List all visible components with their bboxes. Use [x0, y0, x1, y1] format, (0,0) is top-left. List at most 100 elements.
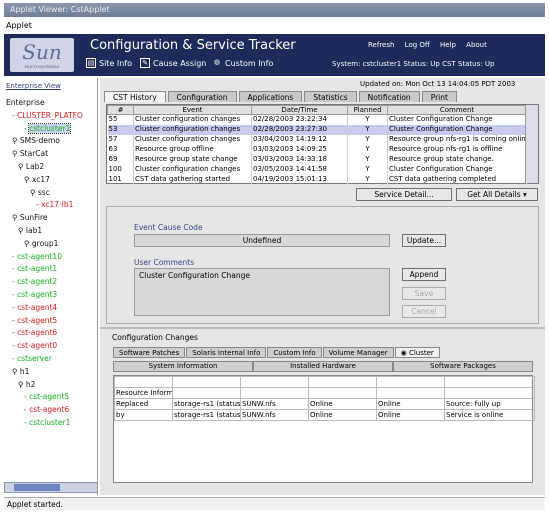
get-all-details-button[interactable]: Get All Details ▾ — [456, 188, 538, 201]
tree-node[interactable]: - xc17-lb1 — [36, 200, 73, 209]
history-cell-time: 04/19/2003 15:01:13 — [251, 174, 348, 185]
cause-assign-button[interactable]: ✎ Cause Assign — [140, 58, 206, 68]
custom-info-button[interactable]: ◍ Custom Info — [212, 58, 273, 68]
tab-cst-history[interactable]: CST History — [104, 91, 166, 102]
enterprise-view-link[interactable]: Enterprise View — [6, 82, 61, 90]
col-header-comment[interactable]: Comment — [387, 105, 527, 115]
subtab-system-information[interactable]: System Information — [113, 361, 253, 372]
logoff-link[interactable]: Log Off — [405, 41, 430, 49]
tab-cluster-label: Cluster — [408, 349, 434, 357]
logo-text: Sun — [22, 40, 62, 64]
tree-node[interactable]: - cst-agent6 — [24, 405, 69, 414]
history-cell-planned: Y — [347, 114, 388, 125]
tree-node[interactable]: - cst-agent5 — [24, 392, 69, 401]
about-link[interactable]: About — [466, 41, 487, 49]
config-cell: Online — [376, 409, 445, 421]
history-row[interactable]: 53 Cluster configuration changes 02/28/200… — [107, 124, 527, 135]
history-cell-time: 03/05/2003 14:41:58 — [251, 164, 348, 175]
tree-node-icon: ⚲ — [18, 379, 26, 389]
tab-configuration[interactable]: Configuration — [167, 91, 237, 102]
tree-node[interactable]: ⚲ StarCat — [12, 149, 48, 158]
tree-node[interactable]: ⚲ h2 — [18, 380, 35, 389]
tree-node-label: cstcluster1 — [29, 418, 71, 427]
tab-volume-manager[interactable]: Volume Manager — [322, 347, 394, 358]
tree-node[interactable]: ⚲ h1 — [12, 367, 29, 376]
tab-cluster[interactable]: ◉ Cluster — [394, 347, 440, 358]
tree-node[interactable]: - cstserver — [12, 354, 52, 363]
tree-node[interactable]: ⚲ Lab2 — [18, 162, 44, 171]
tree-node[interactable]: - cstcluster1 — [24, 418, 70, 427]
config-row[interactable]: by storage-rs1 (status SUNW.nfs Online Onlin… — [114, 409, 535, 421]
update-cause-button[interactable]: Update... — [402, 234, 446, 247]
tree-node[interactable]: - cst-agent3 — [12, 290, 57, 299]
history-cell-n: 55 — [107, 114, 134, 125]
splitter[interactable] — [100, 327, 545, 329]
tree-node-label: cst-agent6 — [29, 405, 70, 415]
history-cell-comment: Cluster Configuration Change — [387, 114, 527, 125]
tree-node[interactable]: ⚲ SunFire — [12, 213, 48, 222]
tree-scroll-thumb[interactable] — [14, 484, 60, 491]
history-cell-comment: Resource group state change. — [387, 154, 527, 165]
tree-node[interactable]: - cst-agent6 — [12, 328, 57, 337]
tree-node[interactable]: ⚲ group1 — [24, 239, 58, 248]
tree-node-label: xc17-lb1 — [41, 200, 74, 210]
history-row[interactable]: 55 Cluster configuration changes 02/28/200… — [107, 114, 527, 125]
config-cell: Source: fully up — [444, 398, 535, 410]
history-row[interactable]: 57 Cluster configuration changes 03/04/200… — [107, 134, 527, 145]
subtab-installed-hardware[interactable]: Installed Hardware — [253, 361, 393, 372]
history-row[interactable]: 100 Cluster configuration changes 03/05/20… — [107, 164, 527, 175]
col-header-event[interactable]: Event — [133, 105, 252, 115]
tab-solaris-internal-info[interactable]: Solaris Internal Info — [186, 347, 267, 358]
tree-node[interactable]: ⚲ xc17 — [24, 175, 50, 184]
config-cell: Online — [308, 398, 377, 410]
help-link[interactable]: Help — [440, 41, 456, 49]
tab-statistics[interactable]: Statistics — [304, 91, 357, 102]
history-vertical-scrollbar[interactable] — [525, 105, 538, 183]
user-comments-textarea[interactable]: Cluster Configuration Change — [134, 268, 390, 316]
cancel-button[interactable]: Cancel — [402, 305, 446, 318]
history-cell-time: 03/04/2003 14:19:12 — [251, 134, 348, 145]
tree-node-label: ssc — [37, 187, 50, 197]
tab-print[interactable]: Print — [421, 91, 457, 102]
tab-custom-info[interactable]: Custom Info — [267, 347, 322, 358]
save-button[interactable]: Save — [402, 287, 446, 300]
tab-applications[interactable]: Applications — [238, 91, 303, 102]
subtab-software-packages[interactable]: Software Packages — [393, 361, 533, 372]
col-header-planned[interactable]: Planned — [347, 105, 388, 115]
tree-node[interactable]: - cst-agent1 — [12, 264, 57, 273]
tree-node[interactable]: - cst-agent10 — [12, 252, 62, 261]
tree-node[interactable]: Enterprise — [6, 98, 45, 107]
tree-node[interactable]: - cst-agent0 — [12, 341, 57, 350]
col-header-number[interactable]: # — [107, 105, 134, 115]
history-row[interactable]: 63 Resource group offline 03/03/2003 14:09… — [107, 144, 527, 155]
history-row[interactable]: 69 Resource group state change 03/03/2003 … — [107, 154, 527, 165]
config-row[interactable]: Resource Information — [114, 387, 535, 399]
tree-node-label: cst-agent4 — [17, 302, 58, 312]
tree-node-icon: ⚲ — [24, 174, 32, 184]
append-button[interactable]: Append — [402, 268, 446, 281]
col-header-datetime[interactable]: Date/Time — [251, 105, 348, 115]
refresh-link[interactable]: Refresh — [368, 41, 394, 49]
tree-node[interactable]: ⚲ lab1 — [18, 226, 42, 235]
applet-menu-label[interactable]: Applet — [6, 21, 32, 30]
tab-notification[interactable]: Notification — [358, 91, 420, 102]
config-cell: storage-rs1 (status — [172, 398, 241, 410]
config-cell — [308, 387, 377, 399]
history-row[interactable]: 101 CST data gathering started 04/19/2003 … — [107, 174, 527, 185]
tree-node[interactable]: ⚲ ssc — [30, 188, 50, 197]
config-row[interactable] — [114, 376, 535, 388]
window-titlebar: Applet Viewer: CstApplet — [4, 3, 545, 17]
service-detail-button[interactable]: Service Detail... — [356, 188, 452, 201]
tree-node[interactable]: - cst-agent5 — [12, 316, 57, 325]
config-row[interactable]: Replaced storage-rs1 (status SUNW.nfs Onlin… — [114, 398, 535, 410]
tree-node[interactable]: - cstcluster1 — [24, 122, 72, 134]
cause-assign-icon: ✎ — [140, 58, 150, 68]
tree-node[interactable]: - CLUSTER_PLATFO — [12, 111, 83, 120]
config-cell: SUNW.nfs — [240, 398, 309, 410]
tree-node[interactable]: - cst-agent2 — [12, 277, 57, 286]
tree-node[interactable]: ⚲ SMS-demo — [12, 136, 60, 145]
tree-node[interactable]: - cst-agent4 — [12, 303, 57, 312]
tab-software-patches[interactable]: Software Patches — [113, 347, 186, 358]
history-cell-comment: Cluster Configuration Change — [387, 124, 527, 135]
site-info-button[interactable]: ▤ Site Info — [86, 58, 132, 68]
